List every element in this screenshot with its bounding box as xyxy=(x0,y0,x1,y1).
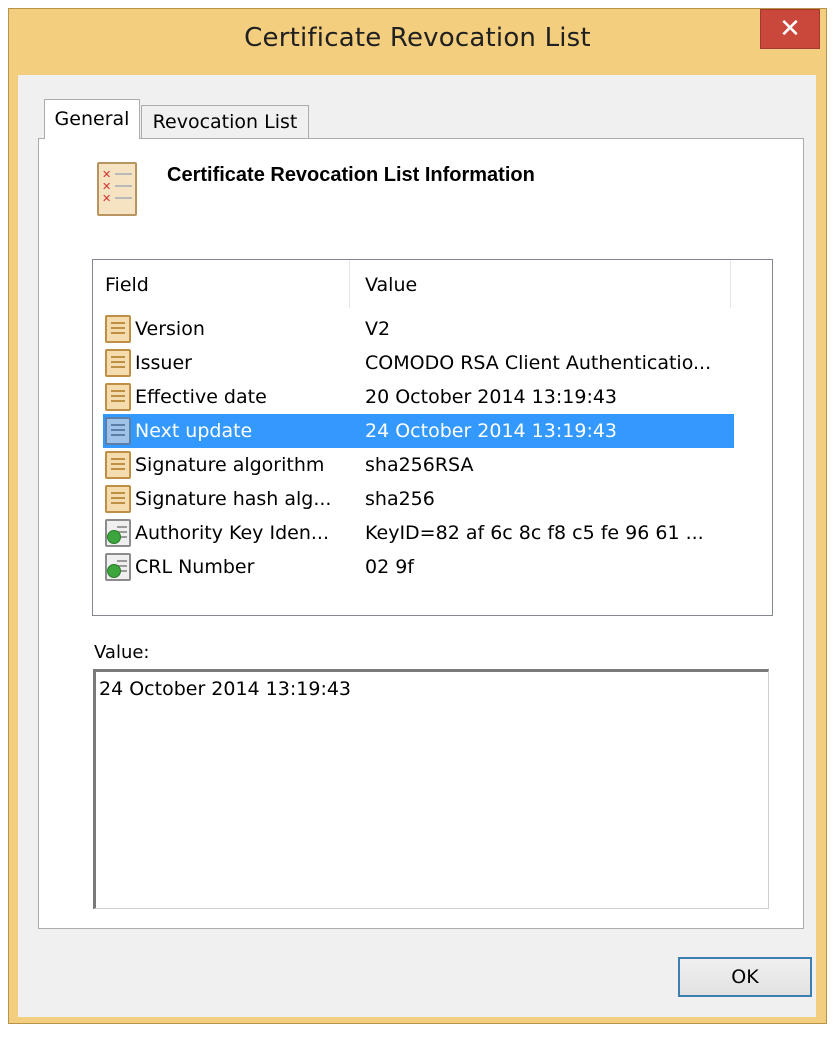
row-value: V2 xyxy=(365,318,391,340)
property-icon xyxy=(105,349,131,377)
row-value: KeyID=82 af 6c 8c f8 c5 fe 96 61 ... xyxy=(365,522,704,544)
row-field: Effective date xyxy=(135,386,267,408)
extension-icon xyxy=(105,553,131,581)
property-icon xyxy=(105,383,131,411)
list-row-effective-date[interactable]: Effective date 20 October 2014 13:19:43 xyxy=(103,380,734,414)
row-field: Version xyxy=(135,318,205,340)
property-icon xyxy=(105,451,131,479)
row-field: Next update xyxy=(135,420,253,442)
list-header: Field Value xyxy=(93,260,772,308)
close-button[interactable]: ✕ xyxy=(760,9,820,49)
extension-icon xyxy=(105,519,131,547)
tab-revocation-list[interactable]: Revocation List xyxy=(141,105,309,139)
tab-general[interactable]: General xyxy=(44,99,140,139)
row-field: CRL Number xyxy=(135,556,255,578)
row-value: 24 October 2014 13:19:43 xyxy=(365,420,618,442)
general-tab-panel: ✕ ✕ ✕ Certificate Revocation List Inform… xyxy=(38,138,804,929)
window-title: Certificate Revocation List xyxy=(244,23,591,53)
value-textbox[interactable]: 24 October 2014 13:19:43 xyxy=(93,669,769,909)
row-field: Signature algorithm xyxy=(135,454,325,476)
list-row-next-update[interactable]: Next update 24 October 2014 13:19:43 xyxy=(103,414,734,448)
row-field: Authority Key Iden... xyxy=(135,522,329,544)
ok-button[interactable]: OK xyxy=(678,957,812,997)
column-header-value[interactable]: Value xyxy=(350,260,731,308)
property-icon xyxy=(105,315,131,343)
list-row-issuer[interactable]: Issuer COMODO RSA Client Authenticatio..… xyxy=(103,346,734,380)
title-bar[interactable]: Certificate Revocation List ✕ xyxy=(9,9,826,75)
column-header-filler xyxy=(731,260,772,308)
row-value: sha256RSA xyxy=(365,454,474,476)
row-field: Signature hash alg... xyxy=(135,488,332,510)
list-row-signature-algorithm[interactable]: Signature algorithm sha256RSA xyxy=(103,448,734,482)
row-value: 20 October 2014 13:19:43 xyxy=(365,386,618,408)
list-row-version[interactable]: Version V2 xyxy=(103,312,734,346)
row-field: Issuer xyxy=(135,352,192,374)
value-label: Value: xyxy=(94,642,150,663)
list-row-authority-key-id[interactable]: Authority Key Iden... KeyID=82 af 6c 8c … xyxy=(103,516,734,550)
crl-document-icon: ✕ ✕ ✕ xyxy=(97,162,137,216)
dialog-client-area: General Revocation List ✕ ✕ ✕ Certificat… xyxy=(18,75,816,1017)
row-value: 02 9f xyxy=(365,556,414,578)
field-list[interactable]: Field Value Version V2 Issuer COMODO RSA… xyxy=(92,259,773,616)
row-value: sha256 xyxy=(365,488,435,510)
property-icon xyxy=(105,485,131,513)
list-row-signature-hash[interactable]: Signature hash alg... sha256 xyxy=(103,482,734,516)
row-value: COMODO RSA Client Authenticatio... xyxy=(365,352,712,374)
dialog-window: Certificate Revocation List ✕ General Re… xyxy=(8,8,827,1024)
column-header-field[interactable]: Field xyxy=(93,260,350,308)
list-row-crl-number[interactable]: CRL Number 02 9f xyxy=(103,550,734,584)
info-heading: Certificate Revocation List Information xyxy=(167,164,535,186)
property-icon xyxy=(105,417,131,445)
